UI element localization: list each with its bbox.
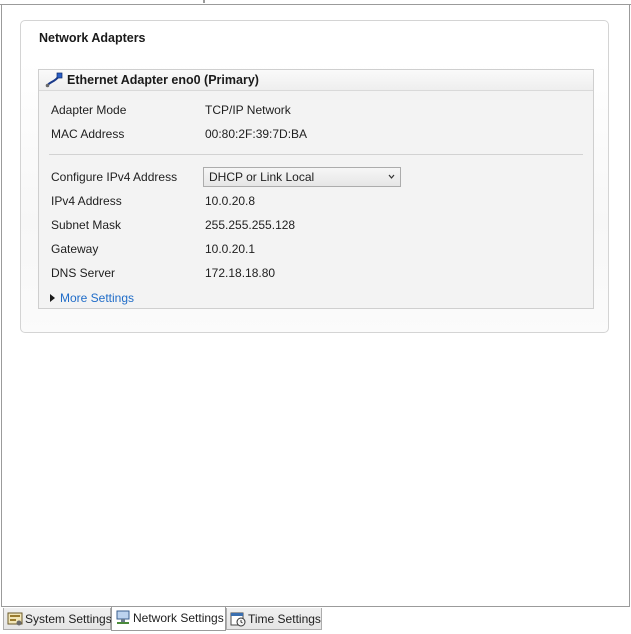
dns-server-label: DNS Server <box>51 266 116 280</box>
tab-time-settings[interactable]: Time Settings <box>226 608 322 630</box>
time-settings-icon <box>230 611 246 627</box>
tab-bar: System Settings Network Settings Time Se… <box>0 607 631 634</box>
tab-system-settings[interactable]: System Settings <box>3 608 112 630</box>
ipv4-address-label: IPv4 Address <box>51 194 122 208</box>
network-settings-icon <box>115 610 131 626</box>
adapter-panel: Ethernet Adapter eno0 (Primary) Adapter … <box>38 69 594 309</box>
expand-triangle-icon[interactable] <box>50 294 55 302</box>
tab-network-settings-label: Network Settings <box>133 611 224 625</box>
dns-server-value: 172.18.18.80 <box>205 266 276 280</box>
tab-network-settings[interactable]: Network Settings <box>111 607 226 631</box>
tab-time-settings-label: Time Settings <box>248 612 321 626</box>
system-settings-icon <box>7 611 23 627</box>
network-adapters-group: Network Adapters Ethernet Adapter eno0 (… <box>20 20 609 333</box>
subnet-mask-label: Subnet Mask <box>51 218 122 232</box>
more-settings-link[interactable]: More Settings <box>60 290 134 306</box>
adapter-mode-label: Adapter Mode <box>51 103 127 117</box>
subnet-mask-value: 255.255.255.128 <box>205 218 296 232</box>
gateway-value: 10.0.20.1 <box>205 242 256 256</box>
adapter-mode-value: TCP/IP Network <box>205 103 291 117</box>
mac-address-value: 00:80:2F:39:7D:BA <box>205 127 308 141</box>
adapter-header: Ethernet Adapter eno0 (Primary) <box>39 70 593 91</box>
network-cable-icon <box>45 72 63 88</box>
gateway-label: Gateway <box>51 242 99 256</box>
tab-system-settings-label: System Settings <box>25 612 112 626</box>
ipv4-address-value: 10.0.20.8 <box>205 194 256 208</box>
configure-ipv4-dropdown[interactable]: DHCP or Link Local <box>203 167 401 187</box>
adapter-title: Ethernet Adapter eno0 (Primary) <box>67 73 259 87</box>
chevron-down-icon <box>388 171 395 181</box>
divider <box>49 154 583 155</box>
configure-ipv4-value: DHCP or Link Local <box>209 170 315 184</box>
group-title: Network Adapters <box>39 31 146 45</box>
configure-ipv4-label: Configure IPv4 Address <box>51 170 178 184</box>
mac-address-label: MAC Address <box>51 127 125 141</box>
top-notch <box>203 0 205 3</box>
